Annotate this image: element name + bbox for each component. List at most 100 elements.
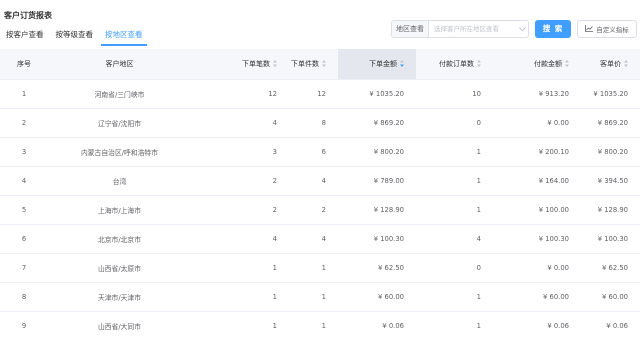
col-header-order-amount[interactable]: 下单金额 bbox=[338, 49, 416, 80]
cell-paid-orders: 1 bbox=[416, 137, 493, 167]
cell-paid-amount: ¥ 100.00 bbox=[493, 195, 581, 225]
col-header-paid-orders[interactable]: 付款订单数 bbox=[416, 49, 493, 80]
cell-item-count: 8 bbox=[289, 108, 338, 138]
region-report-table: 序号 客户地区 下单笔数 下单件数 下单金额 付款订单数 付款金额 客单价 1河… bbox=[0, 49, 640, 340]
cell-order-amount: ¥ 789.00 bbox=[338, 166, 416, 196]
col-header-item-count[interactable]: 下单件数 bbox=[289, 49, 338, 80]
col-header-avg-price[interactable]: 客单价 bbox=[581, 49, 640, 80]
cell-paid-amount: ¥ 913.20 bbox=[493, 79, 581, 109]
cell-order-count: 4 bbox=[191, 108, 289, 138]
table-row[interactable]: 8 天津市/天津市 1 1 ¥ 60.00 1 ¥ 60.00 ¥ 60.00 bbox=[0, 282, 640, 312]
cell-item-count: 4 bbox=[289, 166, 338, 196]
cell-index: 8 bbox=[0, 282, 48, 312]
sort-icon[interactable] bbox=[624, 60, 628, 68]
table-row[interactable]: 7 山西省/太原市 1 1 ¥ 62.50 0 ¥ 0.00 ¥ 62.50 bbox=[0, 253, 640, 283]
cell-order-amount: ¥ 869.20 bbox=[338, 108, 416, 138]
cell-avg-price: ¥ 0.06 bbox=[581, 311, 640, 340]
custom-metric-label: 自定义指标 bbox=[596, 26, 629, 34]
table-header-row: 序号 客户地区 下单笔数 下单件数 下单金额 付款订单数 付款金额 客单价 bbox=[0, 49, 640, 80]
cell-order-amount: ¥ 1035.20 bbox=[338, 79, 416, 109]
cell-region: 北京市/北京市 bbox=[48, 224, 191, 254]
sort-desc-icon[interactable] bbox=[400, 60, 404, 68]
table-row[interactable]: 6 北京市/北京市 4 4 ¥ 100.30 4 ¥ 100.30 ¥ 100.30 bbox=[0, 224, 640, 254]
cell-paid-orders: 10 bbox=[416, 79, 493, 109]
cell-avg-price: ¥ 62.50 bbox=[581, 253, 640, 283]
cell-paid-orders: 0 bbox=[416, 108, 493, 138]
custom-metric-button[interactable]: 自定义指标 bbox=[577, 20, 637, 38]
table-row[interactable]: 9 山西省/大同市 1 1 ¥ 0.06 1 ¥ 0.06 ¥ 0.06 bbox=[0, 311, 640, 340]
cell-order-count: 4 bbox=[191, 224, 289, 254]
cell-paid-amount: ¥ 60.00 bbox=[493, 282, 581, 312]
search-button[interactable]: 搜 索 bbox=[535, 20, 571, 38]
cell-index: 1 bbox=[0, 79, 48, 109]
cell-paid-orders: 4 bbox=[416, 224, 493, 254]
table-body: 1 河南省/三门峡市 12 12 ¥ 1035.20 10 ¥ 913.20 ¥ 1035.2… bbox=[0, 79, 640, 340]
page-title: 客户订货报表 bbox=[4, 11, 52, 20]
region-select-input[interactable]: 选择客户所在地区查看 bbox=[429, 21, 516, 37]
cell-order-amount: ¥ 60.00 bbox=[338, 282, 416, 312]
cell-avg-price: ¥ 1035.20 bbox=[581, 79, 640, 109]
cell-region: 天津市/天津市 bbox=[48, 282, 191, 312]
cell-paid-orders: 1 bbox=[416, 195, 493, 225]
cell-paid-amount: ¥ 0.06 bbox=[493, 311, 581, 340]
tab-by-region[interactable]: 按地区查看 bbox=[99, 28, 149, 46]
cell-index: 9 bbox=[0, 311, 48, 340]
cell-order-amount: ¥ 100.30 bbox=[338, 224, 416, 254]
col-header-index: 序号 bbox=[0, 49, 48, 80]
sort-icon[interactable] bbox=[477, 60, 481, 68]
cell-item-count: 1 bbox=[289, 311, 338, 340]
cell-region: 山西省/大同市 bbox=[48, 311, 191, 340]
cell-order-count: 2 bbox=[191, 166, 289, 196]
cell-avg-price: ¥ 800.20 bbox=[581, 137, 640, 167]
cell-index: 6 bbox=[0, 224, 48, 254]
table-row[interactable]: 4 台湾 2 4 ¥ 789.00 1 ¥ 164.00 ¥ 394.50 bbox=[0, 166, 640, 196]
chevron-down-icon[interactable] bbox=[516, 21, 528, 37]
chart-icon bbox=[585, 24, 594, 34]
cell-item-count: 4 bbox=[289, 224, 338, 254]
cell-order-count: 2 bbox=[191, 195, 289, 225]
cell-avg-price: ¥ 128.90 bbox=[581, 195, 640, 225]
tab-by-level[interactable]: 按等级查看 bbox=[50, 28, 100, 44]
cell-order-amount: ¥ 62.50 bbox=[338, 253, 416, 283]
view-tabs: 按客户查看 按等级查看 按地区查看 bbox=[0, 28, 149, 46]
cell-index: 2 bbox=[0, 108, 48, 138]
cell-paid-orders: 1 bbox=[416, 166, 493, 196]
cell-region: 辽宁省/沈阳市 bbox=[48, 108, 191, 138]
cell-index: 5 bbox=[0, 195, 48, 225]
cell-paid-orders: 0 bbox=[416, 253, 493, 283]
cell-item-count: 1 bbox=[289, 282, 338, 312]
cell-order-count: 3 bbox=[191, 137, 289, 167]
col-header-paid-amount[interactable]: 付款金额 bbox=[493, 49, 581, 80]
cell-avg-price: ¥ 869.20 bbox=[581, 108, 640, 138]
cell-order-count: 1 bbox=[191, 282, 289, 312]
sort-icon[interactable] bbox=[273, 60, 277, 68]
cell-region: 上海市/上海市 bbox=[48, 195, 191, 225]
cell-paid-amount: ¥ 200.10 bbox=[493, 137, 581, 167]
cell-paid-amount: ¥ 0.00 bbox=[493, 253, 581, 283]
cell-index: 7 bbox=[0, 253, 48, 283]
cell-index: 4 bbox=[0, 166, 48, 196]
tab-by-customer[interactable]: 按客户查看 bbox=[0, 28, 50, 44]
cell-avg-price: ¥ 394.50 bbox=[581, 166, 640, 196]
region-filter[interactable]: 地区查看 选择客户所在地区查看 bbox=[391, 20, 529, 38]
cell-order-amount: ¥ 0.06 bbox=[338, 311, 416, 340]
table-row[interactable]: 3 内蒙古自治区/呼和浩特市 3 6 ¥ 800.20 1 ¥ 200.10 ¥ 800.20 bbox=[0, 137, 640, 167]
cell-item-count: 6 bbox=[289, 137, 338, 167]
sort-icon[interactable] bbox=[322, 60, 326, 68]
table-row[interactable]: 1 河南省/三门峡市 12 12 ¥ 1035.20 10 ¥ 913.20 ¥ 1035.2… bbox=[0, 79, 640, 109]
cell-avg-price: ¥ 100.30 bbox=[581, 224, 640, 254]
cell-order-count: 12 bbox=[191, 79, 289, 109]
col-header-region: 客户地区 bbox=[48, 49, 191, 80]
region-filter-label: 地区查看 bbox=[392, 21, 429, 37]
sort-icon[interactable] bbox=[565, 60, 569, 68]
col-header-order-count[interactable]: 下单笔数 bbox=[191, 49, 289, 80]
cell-region: 山西省/太原市 bbox=[48, 253, 191, 283]
cell-paid-amount: ¥ 0.00 bbox=[493, 108, 581, 138]
cell-paid-amount: ¥ 100.30 bbox=[493, 224, 581, 254]
table-row[interactable]: 2 辽宁省/沈阳市 4 8 ¥ 869.20 0 ¥ 0.00 ¥ 869.20 bbox=[0, 108, 640, 138]
cell-order-count: 1 bbox=[191, 253, 289, 283]
cell-item-count: 2 bbox=[289, 195, 338, 225]
cell-region: 台湾 bbox=[48, 166, 191, 196]
table-row[interactable]: 5 上海市/上海市 2 2 ¥ 128.90 1 ¥ 100.00 ¥ 128.90 bbox=[0, 195, 640, 225]
cell-order-amount: ¥ 128.90 bbox=[338, 195, 416, 225]
